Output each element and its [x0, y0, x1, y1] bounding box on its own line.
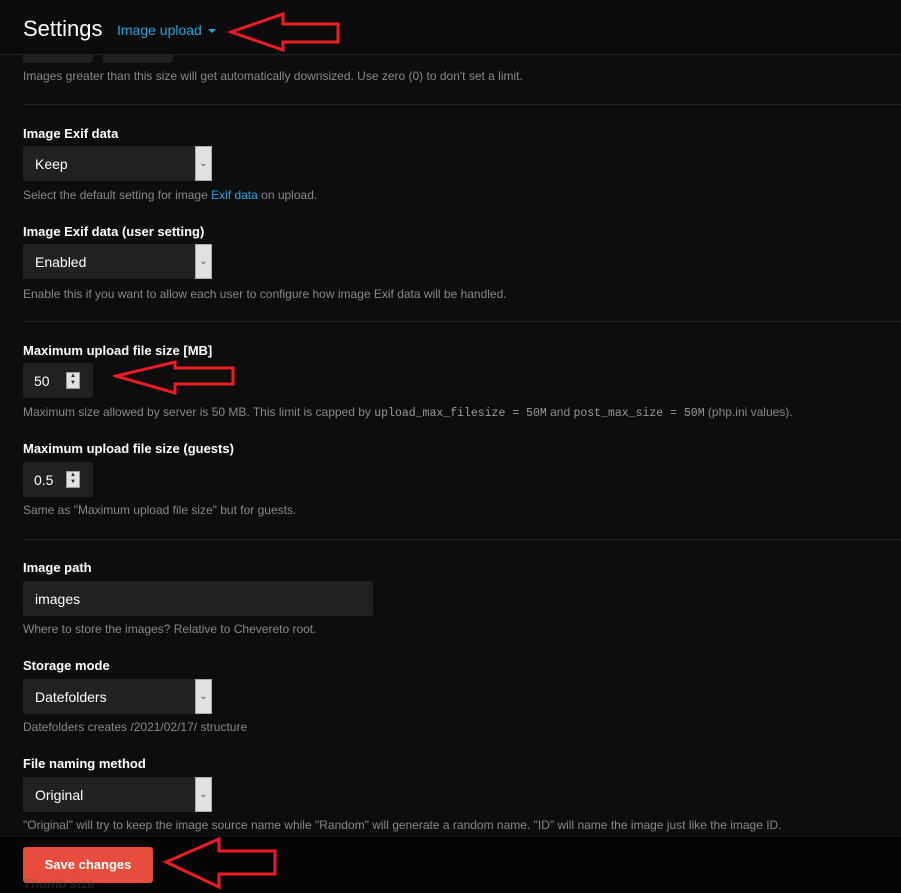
section-label: Image upload	[117, 22, 202, 38]
storage-mode-select[interactable]: Datefolders ⌄	[23, 679, 212, 714]
label: Maximum upload file size [MB]	[23, 343, 213, 358]
max-upload-size-input[interactable]: 50 ▲ ▼	[23, 363, 93, 398]
image-path-input[interactable]: images	[23, 581, 373, 616]
divider	[23, 321, 901, 322]
help-text: Same as "Maximum upload file size" but f…	[23, 503, 297, 517]
max-upload-size-guests-input[interactable]: 0.5 ▲ ▼	[23, 462, 93, 497]
help-text: "Original" will try to keep the image so…	[23, 818, 782, 832]
exif-user-select[interactable]: Enabled ⌄	[23, 244, 212, 279]
select-value: Enabled	[35, 254, 87, 270]
file-naming-select[interactable]: Original ⌄	[23, 777, 212, 812]
select-value: Original	[35, 787, 84, 803]
divider	[23, 539, 901, 540]
annotation-arrow-icon	[228, 12, 340, 52]
help-text: Enable this if you want to allow each us…	[23, 287, 507, 301]
label: Image Exif data	[23, 126, 119, 141]
max-width-input[interactable]	[23, 54, 93, 63]
label: Thumb size	[23, 876, 95, 891]
page-title: Settings	[23, 16, 103, 41]
help-text: Maximum size allowed by server is 50 MB.…	[23, 405, 793, 420]
label: File naming method	[23, 756, 146, 771]
label: Image path	[23, 560, 92, 575]
select-value: Datefolders	[35, 689, 107, 705]
exif-select[interactable]: Keep ⌄	[23, 146, 212, 181]
chevron-down-icon: ⌄	[195, 777, 212, 812]
label: Image Exif data (user setting)	[23, 224, 205, 239]
exif-data-link[interactable]: Exif data	[211, 188, 258, 202]
help-text: Where to store the images? Relative to C…	[23, 622, 317, 636]
help-text: Select the default setting for image Exi…	[23, 188, 318, 202]
help-text: Datefolders creates /2021/02/17/ structu…	[23, 720, 248, 734]
label: Storage mode	[23, 658, 110, 673]
chevron-down-icon: ⌄	[195, 146, 212, 181]
annotation-arrow-icon	[163, 836, 277, 890]
caret-down-icon	[207, 29, 216, 34]
select-value: Keep	[35, 156, 68, 172]
spinner-icon[interactable]: ▲ ▼	[66, 471, 80, 488]
chevron-down-icon: ⌄	[195, 244, 212, 279]
divider	[23, 104, 901, 105]
spinner-icon[interactable]: ▲ ▼	[66, 372, 80, 389]
help-text: Images greater than this size will get a…	[23, 69, 523, 83]
max-height-input[interactable]	[103, 54, 173, 63]
annotation-arrow-icon	[113, 360, 235, 395]
footer-bar: Save changes	[0, 837, 901, 893]
chevron-down-icon: ⌄	[195, 679, 212, 714]
label: Maximum upload file size (guests)	[23, 441, 234, 456]
header: Settings Image upload	[0, 0, 901, 55]
section-dropdown[interactable]: Image upload	[117, 22, 216, 38]
